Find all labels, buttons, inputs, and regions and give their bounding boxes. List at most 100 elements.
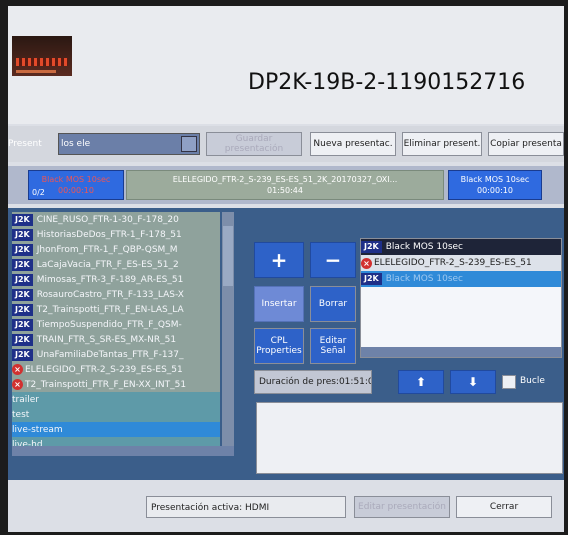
content-list-row[interactable]: test [12, 407, 220, 422]
content-list-row[interactable]: × T2_Trainspotti_FTR_F_EN-XX_INT_51 [12, 377, 220, 392]
content-list-row-label: UnaFamiliaDeTantas_FTR_F-137_ [36, 349, 184, 360]
playlist-list[interactable]: J2K Black MOS 10sec × ELELEGIDO_FTR-2_S-239… [360, 238, 562, 358]
content-list-row[interactable]: J2K Mimosas_FTR-3_F-189_AR-ES_51 [12, 272, 220, 287]
j2k-badge: J2K [12, 243, 33, 256]
clip-tag: 0/2 [32, 188, 45, 197]
content-list-row-label: Mimosas_FTR-3_F-189_AR-ES_51 [36, 274, 184, 285]
timeline-clip-black-mos-start[interactable]: Black MOS 10sec 00:00:10 0/2 [28, 170, 124, 200]
timeline-clip-black-mos-end[interactable]: Black MOS 10sec 00:00:10 [448, 170, 542, 200]
loop-label: Bucle [520, 376, 545, 386]
timeline-clip-feature[interactable]: ELELEGIDO_FTR-2_S-239_ES-ES_51_2K_201703… [126, 170, 444, 200]
j2k-badge: J2K [12, 273, 33, 286]
content-list-row[interactable]: J2K UnaFamiliaDeTantas_FTR_F-137_ [12, 347, 220, 362]
content-list-row[interactable]: J2K TRAIN_FTR_S_SR-ES_MX-NR_51 [12, 332, 220, 347]
bottom-bar: Presentación activa: HDMI Editar present… [8, 484, 564, 532]
playlist-row[interactable]: J2K Black MOS 10sec [361, 239, 561, 255]
clip-title: Black MOS 10sec [41, 175, 111, 184]
content-list-row-label: JhonFrom_FTR-1_F_QBP-QSM_M [36, 244, 178, 255]
presentation-toolbar: Present los ele Guardar presentación Nue… [8, 126, 564, 162]
error-icon: × [12, 364, 23, 375]
duration-field: Duración de pres:01:51:04 [254, 370, 372, 394]
content-list-row-label: TRAIN_FTR_S_SR-ES_MX-NR_51 [36, 334, 177, 345]
loop-checkbox[interactable] [502, 375, 516, 389]
description-panel [256, 402, 563, 474]
timeline: Black MOS 10sec 00:00:10 0/2 ELELEGIDO_F… [8, 166, 564, 204]
content-list-row[interactable]: J2K CINE_RUSO_FTR-1-30_F-178_20 [12, 212, 220, 227]
content-list-row-label: LaCajaVacia_FTR_F_ES-ES_51_2 [36, 259, 179, 270]
header: DP2K-19B-2-1190152716 [8, 6, 564, 124]
content-list-row[interactable]: J2K T2_Trainspotti_FTR_F_EN-LAS_LA [12, 302, 220, 317]
content-list-scrollbar[interactable] [222, 212, 234, 446]
delete-presentation-button[interactable]: Eliminar present. [402, 132, 482, 156]
j2k-badge: J2K [12, 213, 33, 226]
content-list-row-label: T2_Trainspotti_FTR_F_EN-LAS_LA [36, 304, 184, 315]
device-title: DP2K-19B-2-1190152716 [248, 70, 526, 95]
content-list-row[interactable]: J2K JhonFrom_FTR-1_F_QBP-QSM_M [12, 242, 220, 257]
editar-senal-button[interactable]: Editar Señal [310, 328, 356, 364]
flames-graphic [16, 58, 68, 66]
new-presentation-button[interactable]: Nueva presentac. [310, 132, 396, 156]
content-list[interactable]: J2K CINE_RUSO_FTR-1-30_F-178_20 J2K Histori… [12, 212, 220, 446]
j2k-badge: J2K [12, 318, 33, 331]
save-presentation-button[interactable]: Guardar presentación [206, 132, 302, 156]
content-list-row[interactable]: live-hd [12, 437, 220, 446]
content-list-row[interactable]: J2K RosauroCastro_FTR_F-133_LAS-X [12, 287, 220, 302]
arrow-up-icon: ⬆ [415, 375, 427, 389]
error-icon: × [12, 379, 23, 390]
content-list-row-label: T2_Trainspotti_FTR_F_EN-XX_INT_51 [25, 379, 187, 390]
playlist-row-label: Black MOS 10sec [385, 242, 464, 252]
cpl-properties-button[interactable]: CPL Properties [254, 328, 304, 364]
playlist-hscrollbar[interactable] [361, 347, 561, 357]
j2k-badge: J2K [12, 333, 33, 346]
content-list-row-label: trailer [12, 394, 39, 405]
content-list-row-label: live-stream [12, 424, 63, 435]
copy-presentation-button[interactable]: Copiar presenta [488, 132, 564, 156]
move-down-button[interactable]: ⬇ [450, 370, 496, 394]
clip-duration: 01:50:44 [267, 186, 303, 195]
add-button[interactable]: + [254, 242, 304, 278]
j2k-badge: J2K [12, 303, 33, 316]
content-list-row[interactable]: J2K HistoriasDeDos_FTR-1_F-178_51 [12, 227, 220, 242]
content-list-row[interactable]: J2K LaCajaVacia_FTR_F_ES-ES_51_2 [12, 257, 220, 272]
borrar-button[interactable]: Borrar [310, 286, 356, 322]
arrow-down-icon: ⬇ [467, 375, 479, 389]
playlist-row[interactable]: × ELELEGIDO_FTR-2_S-239_ES-ES_51 [361, 255, 561, 271]
content-list-row-label: RosauroCastro_FTR_F-133_LAS-X [36, 289, 184, 300]
clip-title: ELELEGIDO_FTR-2_S-239_ES-ES_51_2K_201703… [172, 175, 398, 184]
content-list-row-label: ELELEGIDO_FTR-2_S-239_ES-ES_51 [25, 364, 183, 375]
j2k-badge: J2K [12, 228, 33, 241]
thumbnail-caption-graphic [16, 70, 56, 73]
j2k-badge: J2K [361, 241, 382, 253]
playlist-row-label: ELELEGIDO_FTR-2_S-239_ES-ES_51 [374, 258, 532, 268]
remove-button[interactable]: − [310, 242, 356, 278]
content-list-row[interactable]: × ELELEGIDO_FTR-2_S-239_ES-ES_51 [12, 362, 220, 377]
j2k-badge: J2K [12, 288, 33, 301]
clip-duration: 00:00:10 [477, 186, 513, 195]
insert-button[interactable]: Insertar [254, 286, 304, 322]
edit-presentation-button[interactable]: Editar presentación [354, 496, 450, 518]
j2k-badge: J2K [361, 273, 382, 285]
playlist-row-label: Black MOS 10sec [385, 274, 464, 284]
scrollbar-thumb[interactable] [223, 226, 233, 286]
error-icon: × [361, 257, 372, 269]
chevron-down-icon[interactable] [181, 136, 197, 152]
move-up-button[interactable]: ⬆ [398, 370, 444, 394]
active-presentation-field: Presentación activa: HDMI [146, 496, 346, 518]
content-list-row[interactable]: live-stream [12, 422, 220, 437]
content-list-row-label: TiempoSuspendido_FTR_F_QSM- [36, 319, 182, 330]
content-list-row[interactable]: trailer [12, 392, 220, 407]
presentation-select[interactable]: los ele [58, 133, 200, 155]
content-list-row[interactable]: J2K TiempoSuspendido_FTR_F_QSM- [12, 317, 220, 332]
j2k-badge: J2K [12, 258, 33, 271]
presentation-select-value: los ele [61, 139, 91, 149]
app-screen: DP2K-19B-2-1190152716 Present los ele Gu… [8, 6, 564, 532]
content-list-row-label: CINE_RUSO_FTR-1-30_F-178_20 [36, 214, 179, 225]
close-button[interactable]: Cerrar [456, 496, 552, 518]
content-list-row-label: HistoriasDeDos_FTR-1_F-178_51 [36, 229, 182, 240]
content-list-hscrollbar[interactable] [12, 446, 234, 456]
clip-title: Black MOS 10sec [460, 175, 530, 184]
content-list-row-label: test [12, 409, 30, 420]
playlist-row[interactable]: J2K Black MOS 10sec [361, 271, 561, 287]
j2k-badge: J2K [12, 348, 33, 361]
present-label: Present [8, 139, 42, 149]
